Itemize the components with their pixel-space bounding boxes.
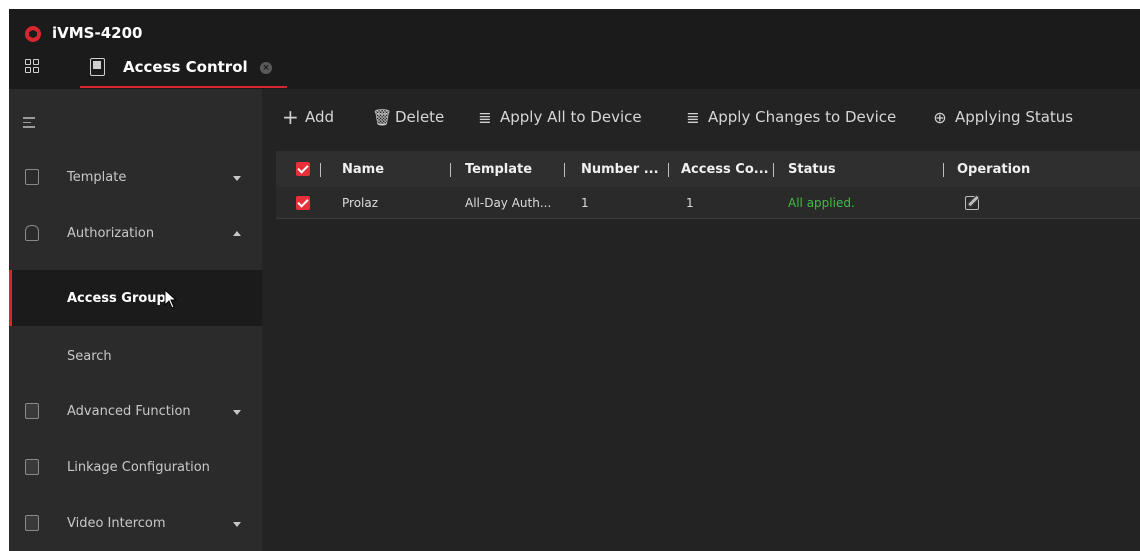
apply-all-button[interactable]: ≣ Apply All to Device xyxy=(477,107,642,127)
apply-all-icon: ≣ xyxy=(478,107,492,127)
column-divider xyxy=(943,163,944,177)
close-icon[interactable]: × xyxy=(260,62,272,74)
cell-number: 1 xyxy=(581,195,589,210)
add-label: Add xyxy=(305,108,335,126)
intercom-icon xyxy=(25,515,39,531)
lock-icon xyxy=(25,225,39,241)
column-divider xyxy=(320,163,321,177)
column-header-number[interactable]: Number ... xyxy=(581,151,659,187)
sidebar-item-label: Template xyxy=(67,170,127,185)
column-header-name[interactable]: Name xyxy=(342,151,384,187)
plus-icon: + xyxy=(282,105,299,129)
main-content: + Add 🗑 Delete ≣ Apply All to Device ≣ A… xyxy=(262,89,1140,551)
sidebar-item-label: Video Intercom xyxy=(67,516,166,531)
access-group-table: Name Template Number ... Access Co... St… xyxy=(276,151,1140,219)
sidebar-item-search[interactable]: Search xyxy=(9,328,262,384)
sidebar-item-advanced-function[interactable]: Advanced Function xyxy=(9,383,262,439)
apply-changes-icon: ≣ xyxy=(686,107,700,127)
chevron-down-icon xyxy=(233,176,241,181)
table-row[interactable]: Prolaz All-Day Auth... 1 1 All applied. xyxy=(276,187,1140,219)
sidebar-item-template[interactable]: Template xyxy=(9,149,262,205)
tab-access-control[interactable]: Access Control × xyxy=(80,52,287,88)
mouse-cursor-icon xyxy=(164,288,178,313)
column-header-operation[interactable]: Operation xyxy=(957,151,1030,187)
add-button[interactable]: + Add xyxy=(282,105,335,129)
app-window: iVMS-4200 Access Control × Template Auth… xyxy=(9,9,1140,551)
edit-icon[interactable] xyxy=(965,187,979,218)
cell-template: All-Day Auth... xyxy=(465,195,552,210)
template-icon xyxy=(25,169,39,185)
trash-icon: 🗑 xyxy=(372,107,393,127)
column-divider xyxy=(668,163,669,177)
delete-label: Delete xyxy=(395,108,445,126)
sidebar-item-label: Authorization xyxy=(67,226,155,241)
linkage-icon xyxy=(25,459,39,475)
select-all-checkbox[interactable] xyxy=(296,151,310,187)
sidebar-item-authorization[interactable]: Authorization xyxy=(9,205,262,261)
column-divider xyxy=(773,163,774,177)
column-header-template[interactable]: Template xyxy=(465,151,532,187)
sidebar-item-label: Linkage Configuration xyxy=(67,460,210,475)
advanced-function-icon xyxy=(25,403,39,419)
download-circle-icon: ⊕ xyxy=(933,107,947,127)
menu-icon[interactable] xyxy=(23,117,35,128)
sidebar-item-video-intercom[interactable]: Video Intercom xyxy=(9,495,262,551)
sidebar-item-label: Search xyxy=(67,349,112,364)
door-icon xyxy=(90,58,105,76)
column-header-status[interactable]: Status xyxy=(788,151,836,187)
column-divider xyxy=(564,163,565,177)
chevron-down-icon xyxy=(233,410,241,415)
cell-status: All applied. xyxy=(788,195,855,210)
toolbar: + Add 🗑 Delete ≣ Apply All to Device ≣ A… xyxy=(262,89,1140,145)
sidebar-item-label: Access Group xyxy=(67,291,166,306)
apply-all-label: Apply All to Device xyxy=(500,108,642,126)
sidebar-item-access-group[interactable]: Access Group xyxy=(9,270,262,326)
applying-status-button[interactable]: ⊕ Applying Status xyxy=(932,107,1073,127)
column-divider xyxy=(450,163,451,177)
column-header-access-co[interactable]: Access Co... xyxy=(681,151,769,187)
applying-status-label: Applying Status xyxy=(955,108,1074,126)
chevron-down-icon xyxy=(233,522,241,527)
sidebar: Template Authorization Access Group Sear… xyxy=(9,89,262,551)
sidebar-item-label: Advanced Function xyxy=(67,404,191,419)
apply-changes-button[interactable]: ≣ Apply Changes to Device xyxy=(685,107,896,127)
delete-button[interactable]: 🗑 Delete xyxy=(372,107,444,127)
tab-label: Access Control xyxy=(123,58,248,76)
module-grid-icon[interactable] xyxy=(25,59,39,73)
cell-name: Prolaz xyxy=(342,195,379,210)
apply-changes-label: Apply Changes to Device xyxy=(708,108,897,126)
title-bar: iVMS-4200 Access Control × xyxy=(9,9,1140,89)
cell-access-co: 1 xyxy=(686,195,694,210)
row-checkbox[interactable] xyxy=(296,187,310,218)
table-header: Name Template Number ... Access Co... St… xyxy=(276,151,1140,187)
hikvision-logo-icon xyxy=(25,26,41,42)
app-title: iVMS-4200 xyxy=(52,24,143,42)
sidebar-item-linkage-configuration[interactable]: Linkage Configuration xyxy=(9,439,262,495)
chevron-up-icon xyxy=(233,231,241,236)
